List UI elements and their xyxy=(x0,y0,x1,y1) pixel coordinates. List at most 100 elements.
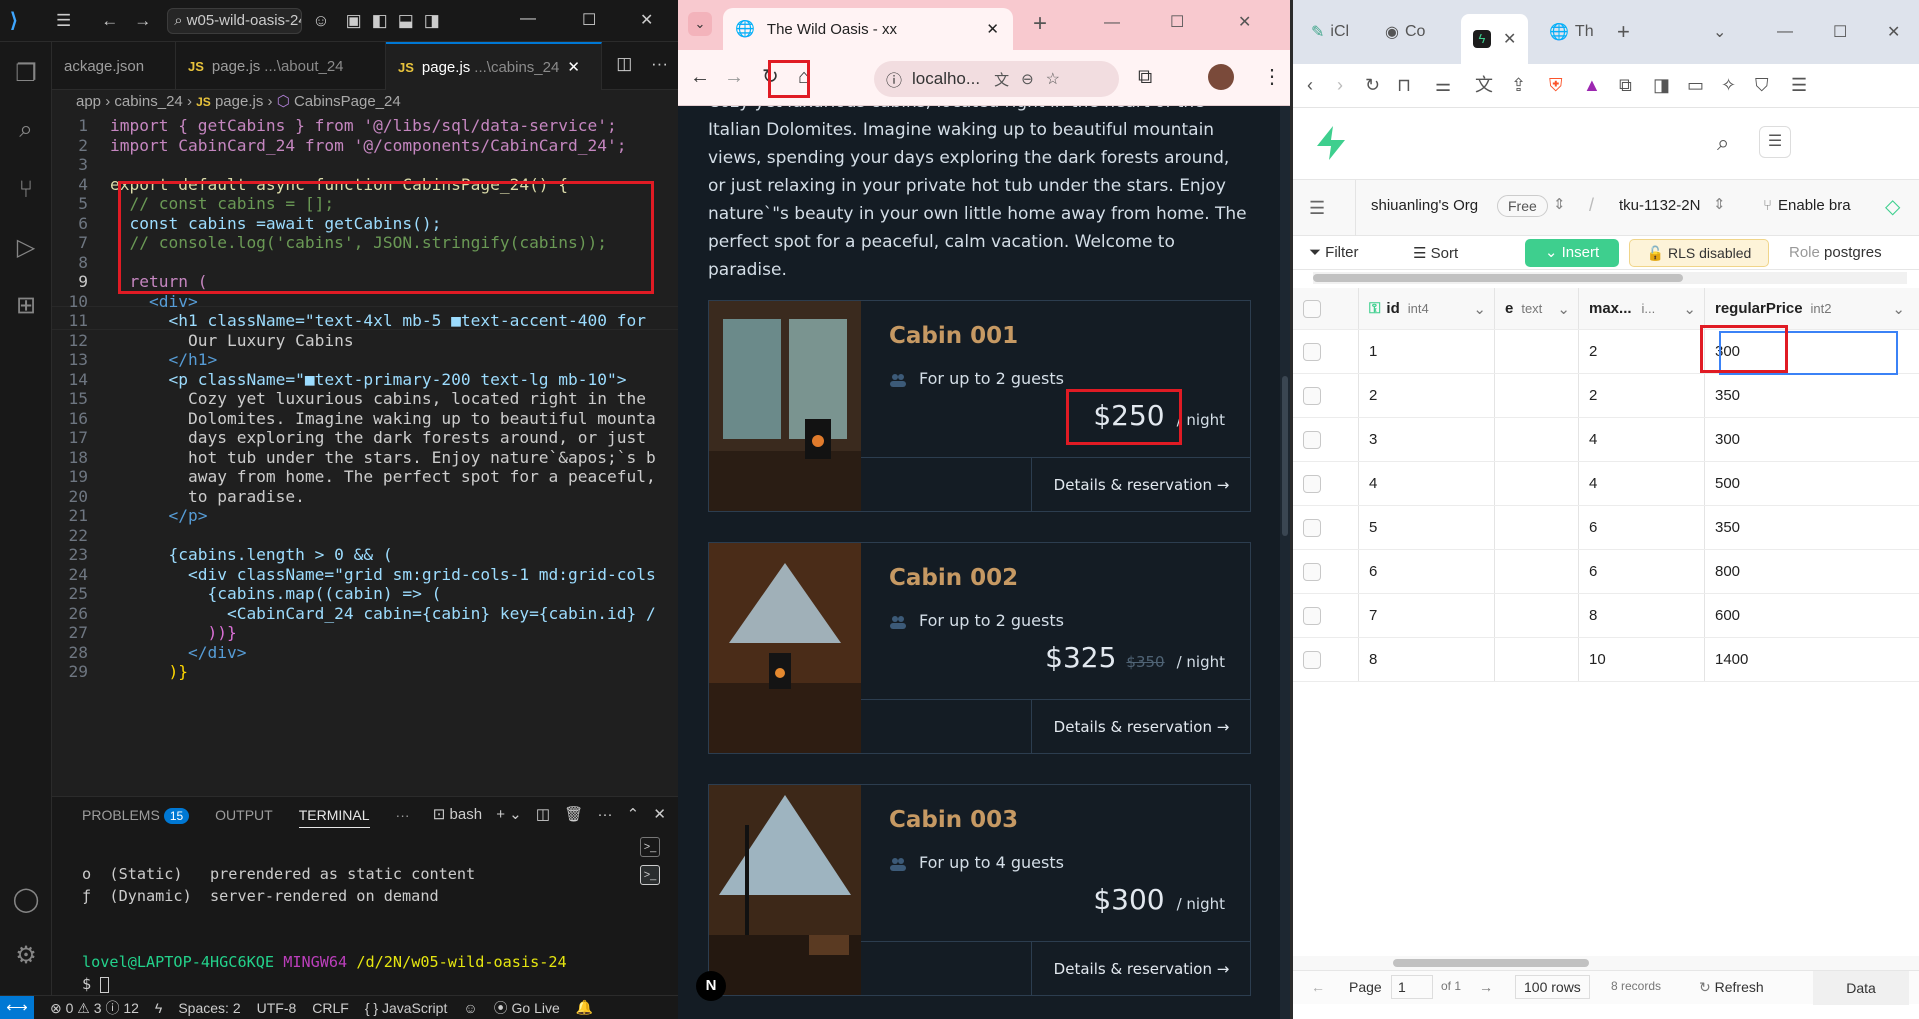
cell-description[interactable] xyxy=(1495,374,1579,417)
problems-status[interactable]: ⊗ 0 ⚠ 3 ⓘ 12 xyxy=(50,998,139,1018)
site-settings-icon[interactable]: ⚌ xyxy=(1435,74,1451,96)
toggle-sidebar-icon[interactable]: ◧ xyxy=(372,11,388,31)
tab-cabins-page[interactable]: JS page.js ...\cabins_24 ✕ xyxy=(386,42,602,90)
row-checkbox[interactable] xyxy=(1303,650,1321,669)
cell-id[interactable]: 8 xyxy=(1359,638,1495,681)
translate-icon[interactable]: 文 xyxy=(994,69,1009,90)
cell-maxcapacity[interactable]: 6 xyxy=(1579,506,1705,549)
profile-avatar[interactable] xyxy=(1208,64,1234,90)
go-live-button[interactable]: ⦿ Go Live xyxy=(494,998,560,1018)
browser-tab[interactable]: ◉ Co xyxy=(1385,14,1425,50)
minimize-icon[interactable]: — xyxy=(1104,14,1120,32)
cell-regularprice[interactable]: 1400 xyxy=(1705,638,1919,681)
select-all-checkbox[interactable] xyxy=(1303,299,1321,318)
toggle-secondary-sidebar-icon[interactable]: ◨ xyxy=(424,11,440,31)
tab-list-chevron-icon[interactable]: ⌄ xyxy=(688,12,712,36)
chevron-down-icon[interactable]: ⌄ xyxy=(1473,300,1486,318)
row-checkbox[interactable] xyxy=(1303,606,1321,625)
explorer-icon[interactable]: ❐ xyxy=(12,60,40,88)
cell-description[interactable] xyxy=(1495,638,1579,681)
scrollbar-thumb[interactable] xyxy=(1313,274,1683,282)
browser-menu-icon[interactable]: ⋮ xyxy=(1262,64,1282,90)
menu-icon[interactable]: ☰ xyxy=(56,11,71,31)
split-terminal-icon[interactable]: ◫ xyxy=(536,806,550,823)
hamburger-menu-icon[interactable]: ☰ xyxy=(1759,126,1791,158)
horizontal-scrollbar[interactable] xyxy=(1313,272,1907,284)
terminal-shell-label[interactable]: bash xyxy=(450,806,483,823)
breadcrumb-file[interactable]: page.js xyxy=(215,93,263,110)
cell-maxcapacity[interactable]: 6 xyxy=(1579,550,1705,593)
browser-tab[interactable]: ✎ iCl xyxy=(1311,14,1349,50)
supabase-logo-icon[interactable] xyxy=(1315,126,1347,160)
table-row[interactable]: 8 10 1400 xyxy=(1293,638,1919,682)
prev-page-icon[interactable]: ← xyxy=(1311,979,1325,995)
row-checkbox[interactable] xyxy=(1303,342,1321,361)
toggle-panel-icon[interactable]: ⬓ xyxy=(398,11,414,31)
leo-ai-icon[interactable]: ✧ xyxy=(1721,74,1736,96)
breadcrumb-folder[interactable]: cabins_24 xyxy=(114,93,182,110)
search-icon[interactable]: ⌕ xyxy=(12,116,40,144)
row-checkbox[interactable] xyxy=(1303,430,1321,449)
row-checkbox[interactable] xyxy=(1303,474,1321,493)
filter-button[interactable]: ⏷ Filter xyxy=(1309,244,1359,261)
extensions-puzzle-icon[interactable]: ⧉ xyxy=(1138,64,1152,90)
insert-button[interactable]: ⌄ Insert xyxy=(1525,239,1619,267)
chevron-down-icon[interactable]: ⌄ xyxy=(1557,300,1570,318)
details-reservation-link[interactable]: Details & reservation → xyxy=(1031,700,1251,754)
maximize-panel-icon[interactable]: ⌃ xyxy=(627,806,640,823)
run-debug-icon[interactable]: ▷ xyxy=(12,234,40,262)
trash-icon[interactable]: 🗑 xyxy=(564,806,583,823)
cell-description[interactable] xyxy=(1495,506,1579,549)
project-name[interactable]: tku-1132-2N xyxy=(1619,197,1700,214)
sort-button[interactable]: ☰ Sort xyxy=(1413,244,1458,262)
next-page-icon[interactable]: → xyxy=(1479,979,1493,995)
chevron-down-icon[interactable]: ⌄ xyxy=(509,806,522,823)
split-editor-icon[interactable]: ◫ xyxy=(616,54,632,73)
site-info-icon[interactable]: ⓘ xyxy=(886,67,902,91)
enable-branching-button[interactable]: ⑂ Enable bra xyxy=(1763,197,1851,214)
maximize-icon[interactable]: ☐ xyxy=(1170,12,1184,32)
settings-gear-icon[interactable]: ⚙ xyxy=(12,942,40,970)
refresh-button[interactable]: ↻ Refresh xyxy=(1699,979,1764,996)
brave-shield-icon[interactable]: ⛨ xyxy=(1549,74,1563,96)
table-row[interactable]: 6 6 800 xyxy=(1293,550,1919,594)
terminal-instance-icon[interactable]: >_ xyxy=(640,837,660,857)
connect-icon[interactable]: ◇ xyxy=(1885,194,1900,219)
tab-close-icon[interactable]: ✕ xyxy=(567,58,580,76)
cell-id[interactable]: 3 xyxy=(1359,418,1495,461)
tab-data[interactable]: Data xyxy=(1813,971,1909,1005)
vertical-scrollbar[interactable] xyxy=(1903,270,1913,960)
nextjs-dev-indicator[interactable]: N xyxy=(696,971,726,1001)
translate-icon[interactable]: 文 xyxy=(1475,74,1493,96)
minimize-icon[interactable]: — xyxy=(1777,14,1793,50)
new-tab-icon[interactable]: + xyxy=(1033,10,1047,38)
search-icon[interactable]: ⌕ xyxy=(1717,130,1729,156)
account-icon[interactable]: ◯ xyxy=(12,886,40,914)
bookmark-icon[interactable]: ⊓ xyxy=(1397,74,1411,96)
new-tab-icon[interactable]: + xyxy=(1617,14,1630,50)
cell-maxcapacity[interactable]: 4 xyxy=(1579,418,1705,461)
encoding-status[interactable]: UTF-8 xyxy=(257,1000,297,1016)
column-header-maxcapacity[interactable]: max... i... ⌄ xyxy=(1579,288,1705,329)
column-header-id[interactable]: ⚿ id int4 ⌄ xyxy=(1359,288,1495,329)
row-checkbox[interactable] xyxy=(1303,518,1321,537)
bookmark-star-icon[interactable]: ☆ xyxy=(1046,69,1060,89)
details-reservation-link[interactable]: Details & reservation → xyxy=(1031,942,1251,996)
cell-maxcapacity[interactable]: 10 xyxy=(1579,638,1705,681)
terminal-output[interactable]: o (Static) prerendered as static content… xyxy=(82,863,567,995)
copilot-icon[interactable]: ☺ xyxy=(312,11,329,31)
address-bar[interactable]: ⓘ localho... 文 ⊖ ☆ xyxy=(874,61,1119,97)
more-actions-icon[interactable]: ··· xyxy=(598,806,613,823)
sidebar-toggle-icon[interactable]: ☰ xyxy=(1309,198,1325,219)
back-arrow-icon[interactable]: ← xyxy=(101,11,118,31)
vpn-icon[interactable]: ⛉ xyxy=(1755,74,1769,96)
layout-icon[interactable]: ▣ xyxy=(346,11,362,31)
maximize-icon[interactable]: ☐ xyxy=(582,10,596,30)
language-status[interactable]: { } JavaScript xyxy=(365,1000,448,1016)
details-reservation-link[interactable]: Details & reservation → xyxy=(1031,458,1251,512)
reload-icon[interactable]: ↻ xyxy=(1365,74,1380,96)
minimize-icon[interactable]: — xyxy=(520,10,536,28)
horizontal-scrollbar[interactable] xyxy=(1293,956,1919,970)
zoom-icon[interactable]: ⊖ xyxy=(1021,70,1034,88)
rls-disabled-button[interactable]: 🔓 RLS disabled xyxy=(1629,239,1769,267)
